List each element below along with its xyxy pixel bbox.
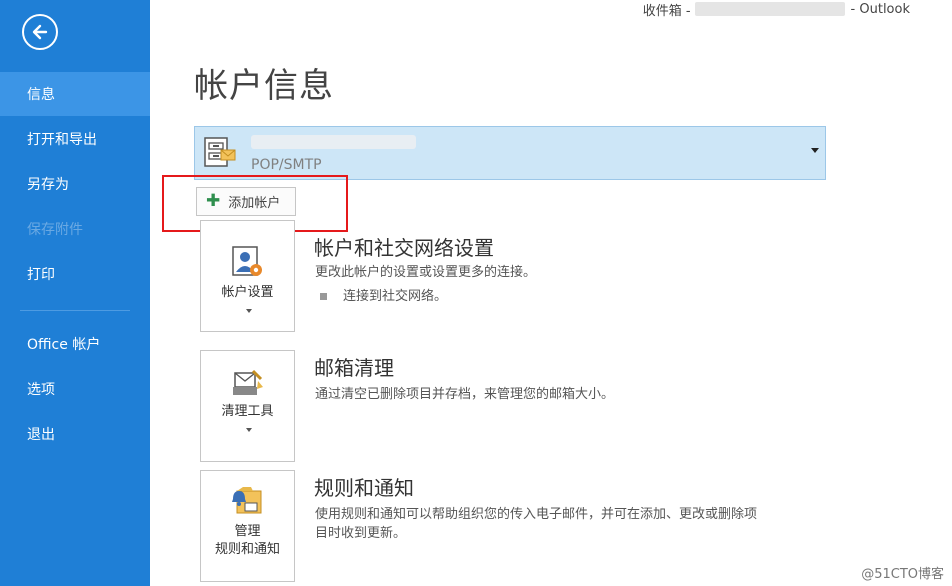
nav-label: Office 帐户: [27, 337, 101, 353]
section-description-line1: 使用规则和通知可以帮助组织您的传入电子邮件，并可在添加、更改或删除项: [315, 507, 758, 522]
nav-save-as[interactable]: 另存为: [0, 162, 150, 206]
nav-label: 选项: [27, 382, 55, 398]
account-settings-icon: [232, 246, 262, 276]
sidebar: 信息 打开和导出 另存为 保存附件 打印 Office 帐户 选项 退出: [0, 0, 150, 586]
account-card-icon: [204, 137, 236, 167]
nav-divider: [20, 310, 130, 311]
redacted-email: [694, 2, 845, 16]
section-description: 更改此帐户的设置或设置更多的连接。: [315, 265, 537, 280]
section-description-line2: 目时收到更新。: [315, 526, 407, 541]
tile-label: 清理工具: [221, 404, 274, 419]
section-title: 规则和通知: [314, 476, 414, 500]
tile-label-line2: 规则和通知: [214, 542, 280, 557]
account-type: POP/SMTP: [251, 157, 322, 173]
nav-label: 另存为: [27, 177, 69, 193]
nav-info[interactable]: 信息: [0, 72, 150, 116]
page-title: 帐户信息: [194, 66, 334, 106]
nav-label: 保存附件: [27, 222, 83, 238]
chevron-down-icon: [246, 309, 252, 313]
account-selector[interactable]: POP/SMTP: [194, 126, 826, 180]
nav-options[interactable]: 选项: [0, 367, 150, 411]
window-title-prefix: 收件箱 -: [642, 3, 691, 19]
section-description: 通过清空已删除项目并存档，来管理您的邮箱大小。: [315, 387, 615, 402]
social-network-item: 连接到社交网络。: [343, 289, 448, 304]
back-arrow-icon: [32, 24, 48, 40]
nav-label: 信息: [27, 87, 55, 103]
watermark: @51CTO博客: [861, 567, 944, 582]
chevron-down-icon: [246, 428, 252, 432]
redacted-account-name: [251, 135, 416, 149]
rules-alerts-icon: [232, 487, 262, 514]
dropdown-arrow-icon: [811, 148, 819, 153]
account-settings-tile[interactable]: 帐户设置: [200, 220, 295, 332]
add-account-button[interactable]: ✚ 添加帐户: [196, 187, 296, 216]
tile-label-line1: 管理: [234, 524, 261, 539]
tile-label: 帐户设置: [221, 285, 274, 300]
add-account-label: 添加帐户: [228, 196, 281, 211]
nav-label: 打印: [27, 267, 55, 283]
bullet: [320, 293, 327, 300]
window-title: 收件箱 - - Outlook: [642, 0, 910, 19]
back-button[interactable]: [22, 14, 58, 50]
plus-icon: ✚: [206, 191, 221, 211]
cleanup-tools-tile[interactable]: 清理工具: [200, 350, 295, 462]
cleanup-tools-icon: [233, 369, 263, 395]
nav-exit[interactable]: 退出: [0, 412, 150, 456]
nav-open-export[interactable]: 打开和导出: [0, 117, 150, 161]
section-title: 邮箱清理: [314, 356, 394, 380]
nav-print[interactable]: 打印: [0, 252, 150, 296]
section-title: 帐户和社交网络设置: [314, 236, 494, 260]
nav-label: 退出: [27, 427, 55, 443]
rules-alerts-tile[interactable]: 管理 规则和通知: [200, 470, 295, 582]
nav-label: 打开和导出: [27, 132, 97, 148]
nav-save-attachments: 保存附件: [0, 207, 150, 251]
nav-office-account[interactable]: Office 帐户: [0, 322, 150, 366]
window-title-suffix: - Outlook: [850, 1, 910, 17]
